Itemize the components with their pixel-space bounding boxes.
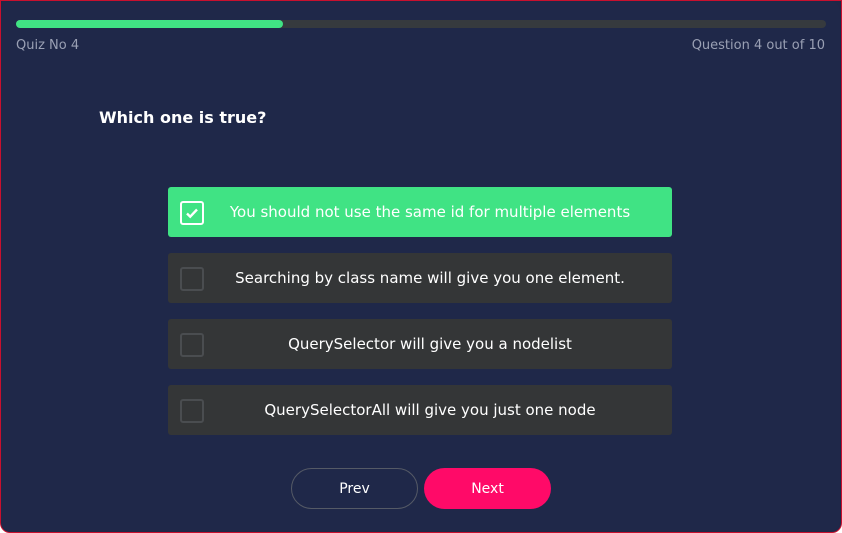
option-1[interactable]: You should not use the same id for multi… — [168, 187, 672, 237]
checkbox-icon[interactable] — [180, 267, 204, 291]
quiz-label: Quiz No 4 — [16, 38, 80, 53]
checkbox-icon[interactable] — [180, 399, 204, 423]
question-counter: Question 4 out of 10 — [691, 38, 825, 53]
option-4[interactable]: QuerySelectorAll will give you just one … — [168, 385, 672, 435]
option-2[interactable]: Searching by class name will give you on… — [168, 253, 672, 303]
checkbox-icon[interactable] — [180, 333, 204, 357]
progress-fill — [16, 20, 284, 28]
option-label: You should not use the same id for multi… — [229, 203, 631, 221]
question-text: Which one is true? — [99, 108, 267, 127]
quiz-card: Quiz No 4 Question 4 out of 10 Which one… — [1, 1, 840, 531]
prev-button[interactable]: Prev — [291, 468, 418, 509]
option-3[interactable]: QuerySelector will give you a nodelist — [168, 319, 672, 369]
progress-bar — [16, 20, 826, 28]
option-label: QuerySelectorAll will give you just one … — [264, 401, 596, 419]
next-button[interactable]: Next — [424, 468, 551, 509]
option-label: QuerySelector will give you a nodelist — [288, 335, 572, 353]
option-label: Searching by class name will give you on… — [235, 269, 625, 287]
checkbox-checked-icon[interactable] — [180, 201, 204, 225]
